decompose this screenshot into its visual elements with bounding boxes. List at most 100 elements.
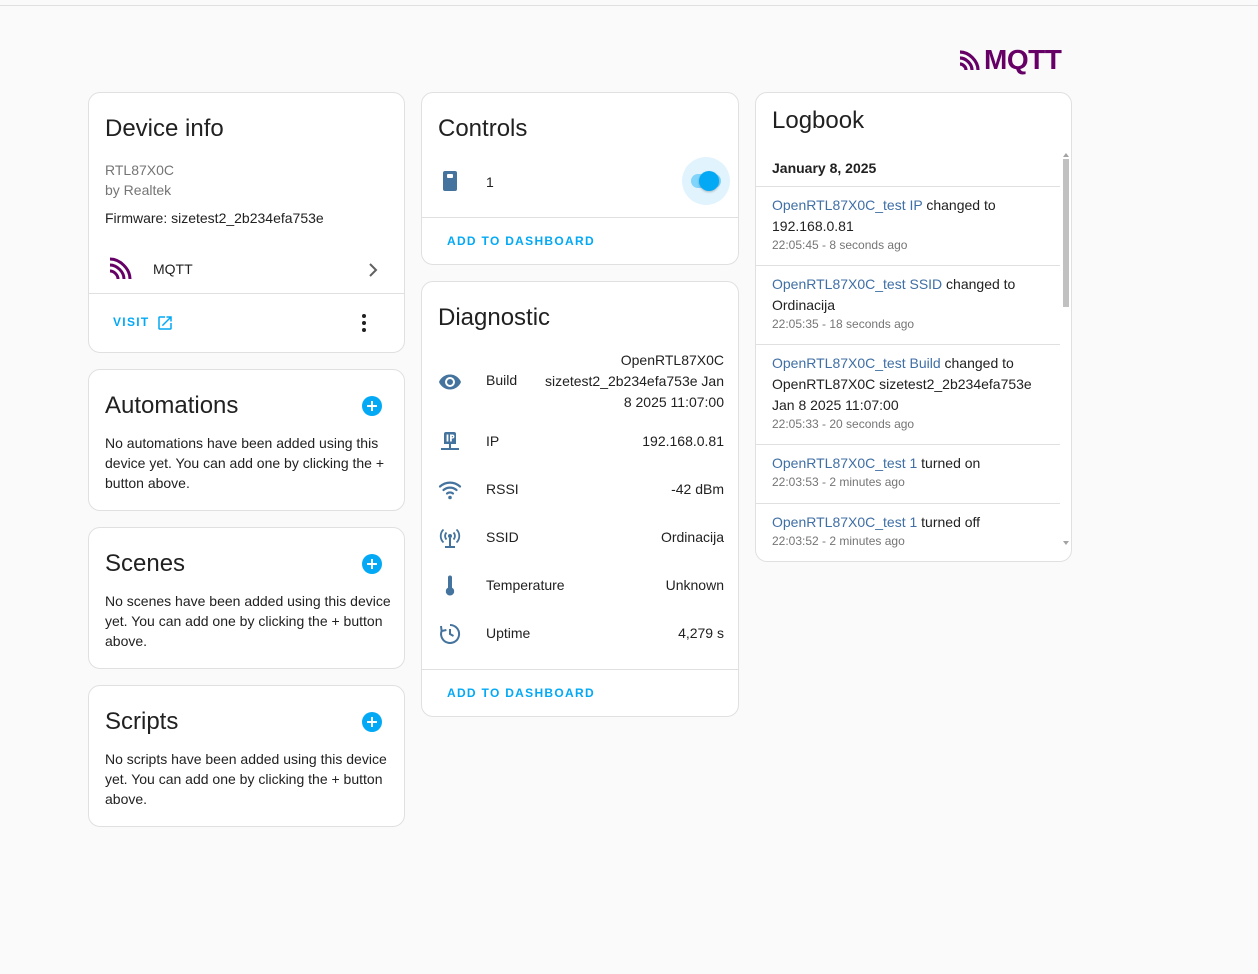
integration-label: MQTT [153,261,193,277]
diagnostic-temperature-label: Temperature [486,577,565,593]
diagnostic-ip-value: 192.168.0.81 [642,433,724,449]
device-manufacturer: by Realtek [105,182,172,198]
logbook-entry: OpenRTL87X0C_test SSID changed to Ordina… [756,265,1060,345]
diagnostic-card: Diagnostic Build OpenRTL87X0C sizetest2_… [421,281,739,717]
diagnostic-add-to-dashboard-button[interactable]: ADD TO DASHBOARD [447,686,595,700]
control-toggle[interactable] [682,157,732,205]
logbook-entity-link[interactable]: OpenRTL87X0C_test SSID [772,276,942,292]
build-value-line-1: OpenRTL87X0C [620,352,724,368]
diagnostic-row-rssi[interactable]: RSSI -42 dBm [422,477,738,503]
visit-button[interactable]: VISIT [105,308,185,338]
diagnostic-row-build[interactable]: Build OpenRTL87X0C sizetest2_2b234efa753… [422,350,738,414]
wifi-icon [438,481,462,500]
controls-add-to-dashboard-button[interactable]: ADD TO DASHBOARD [447,234,595,248]
diagnostic-uptime-value: 4,279 s [678,625,724,641]
scripts-title: Scripts [105,708,179,735]
logbook-entry-text: OpenRTL87X0C_test SSID changed to [772,274,1044,295]
logbook-entry: OpenRTL87X0C_test 1 turned on 22:03:53 -… [756,444,1060,503]
diagnostic-row-uptime[interactable]: Uptime 4,279 s [422,621,738,647]
logbook-entity-link[interactable]: OpenRTL87X0C_test 1 [772,514,917,530]
diagnostic-row-temperature[interactable]: Temperature Unknown [422,573,738,599]
device-info-title: Device info [105,115,224,142]
control-row-1[interactable]: 1 [422,157,738,205]
diagnostic-uptime-label: Uptime [486,625,531,641]
logbook-date-header: January 8, 2025 [772,160,877,176]
logbook-action: changed to [942,276,1016,292]
diagnostic-temperature-value: Unknown [665,577,724,593]
logbook-entity-link[interactable]: OpenRTL87X0C_test 1 [772,455,917,471]
diagnostic-build-label: Build [486,372,518,388]
diagnostic-row-ssid[interactable]: SSID Ordinacija [422,525,738,551]
scroll-down-arrow-icon [1063,541,1069,545]
open-in-new-icon [158,316,172,330]
controls-actions: ADD TO DASHBOARD [422,217,738,264]
device-switch-icon [443,171,457,191]
logbook-entry: OpenRTL87X0C_test IP changed to 192.168.… [756,186,1060,266]
logbook-entry-text: OpenRTL87X0C_test 1 turned off [772,512,1044,533]
add-automation-icon[interactable] [362,396,382,416]
logbook-list[interactable]: January 8, 2025 OpenRTL87X0C_test IP cha… [756,151,1061,559]
integration-row-mqtt[interactable]: MQTT [89,248,404,292]
logbook-entry-text: OpenRTL87X0C_test 1 turned on [772,453,1044,474]
controls-title: Controls [438,115,528,142]
diagnostic-title: Diagnostic [438,304,551,331]
logbook-time: 22:05:45 - 8 seconds ago [772,238,908,252]
thermometer-icon [445,575,455,596]
logbook-value: Ordinacija [772,297,836,313]
mqtt-logo-icon [959,50,980,71]
diagnostic-actions: ADD TO DASHBOARD [422,669,738,716]
logbook-title: Logbook [772,107,865,134]
logbook-card: Logbook January 8, 2025 OpenRTL87X0C_tes… [755,92,1072,562]
logbook-action: turned on [917,455,981,471]
scripts-card: Scripts No scripts have been added using… [88,685,405,827]
chevron-right-icon [369,263,378,277]
mqtt-logo-text: MQTT [984,44,1062,75]
diagnostic-ip-label: IP [486,433,500,449]
toggle-thumb [699,171,719,191]
logbook-value: 192.168.0.81 [772,218,854,234]
build-value-line-2: sizetest2_2b234efa753e Jan [544,373,724,389]
scenes-empty-text: No scenes have been added using this dev… [105,593,391,649]
add-scene-icon[interactable] [362,554,382,574]
logbook-entry: OpenRTL87X0C_test Build changed to OpenR… [756,344,1060,445]
logbook-value: OpenRTL87X0C sizetest2_2b234efa753e [772,376,1032,392]
diagnostic-ssid-label: SSID [486,529,519,545]
more-vert-icon[interactable] [352,311,376,335]
scenes-title: Scenes [105,550,186,577]
logbook-action: turned off [917,514,981,530]
diagnostic-rssi-label: RSSI [486,481,519,497]
logbook-value-cont: Jan 8 2025 11:07:00 [772,397,899,413]
mqtt-logo: MQTT [958,44,1062,75]
diagnostic-build-value: OpenRTL87X0C sizetest2_2b234efa753e Jan … [545,350,724,413]
diagnostic-ssid-value: Ordinacija [660,529,724,545]
logbook-time: 22:03:52 - 2 minutes ago [772,534,905,548]
logbook-action: changed to [922,197,996,213]
diagnostic-row-ip[interactable]: IP 192.168.0.81 [422,429,738,455]
logbook-time: 22:05:35 - 18 seconds ago [772,317,915,331]
mqtt-icon [109,256,133,280]
device-info-card: Device info RTL87X0C by Realtek Firmware… [88,92,405,353]
device-model: RTL87X0C [105,162,175,178]
clock-outline-icon [440,623,461,644]
scenes-card: Scenes No scenes have been added using t… [88,527,405,669]
top-divider [0,5,1258,6]
ip-network-icon [441,432,459,450]
control-entity-name: 1 [486,174,494,190]
device-firmware: Firmware: sizetest2_2b234efa753e [105,210,324,226]
automations-card: Automations No automations have been add… [88,369,405,511]
build-value-line-3: 8 2025 11:07:00 [623,394,724,410]
logbook-action: changed to [940,355,1014,371]
logbook-entry-text: OpenRTL87X0C_test Build changed to [772,353,1044,374]
logbook-entity-link[interactable]: OpenRTL87X0C_test IP [772,197,922,213]
scripts-empty-text: No scripts have been added using this de… [105,751,387,807]
logbook-time: 22:05:33 - 20 seconds ago [772,417,915,431]
access-point-icon [439,528,461,548]
diagnostic-rssi-value: -42 dBm [671,481,724,497]
logbook-scrollbar-thumb[interactable] [1063,159,1069,307]
logbook-scrollbar[interactable] [1063,153,1069,545]
add-script-icon[interactable] [362,712,382,732]
logbook-entity-link[interactable]: OpenRTL87X0C_test Build [772,355,941,371]
logbook-entry-text: OpenRTL87X0C_test IP changed to [772,195,1044,216]
controls-card: Controls 1 ADD TO DASHBOARD [421,92,739,265]
scroll-up-arrow-icon [1063,153,1069,157]
